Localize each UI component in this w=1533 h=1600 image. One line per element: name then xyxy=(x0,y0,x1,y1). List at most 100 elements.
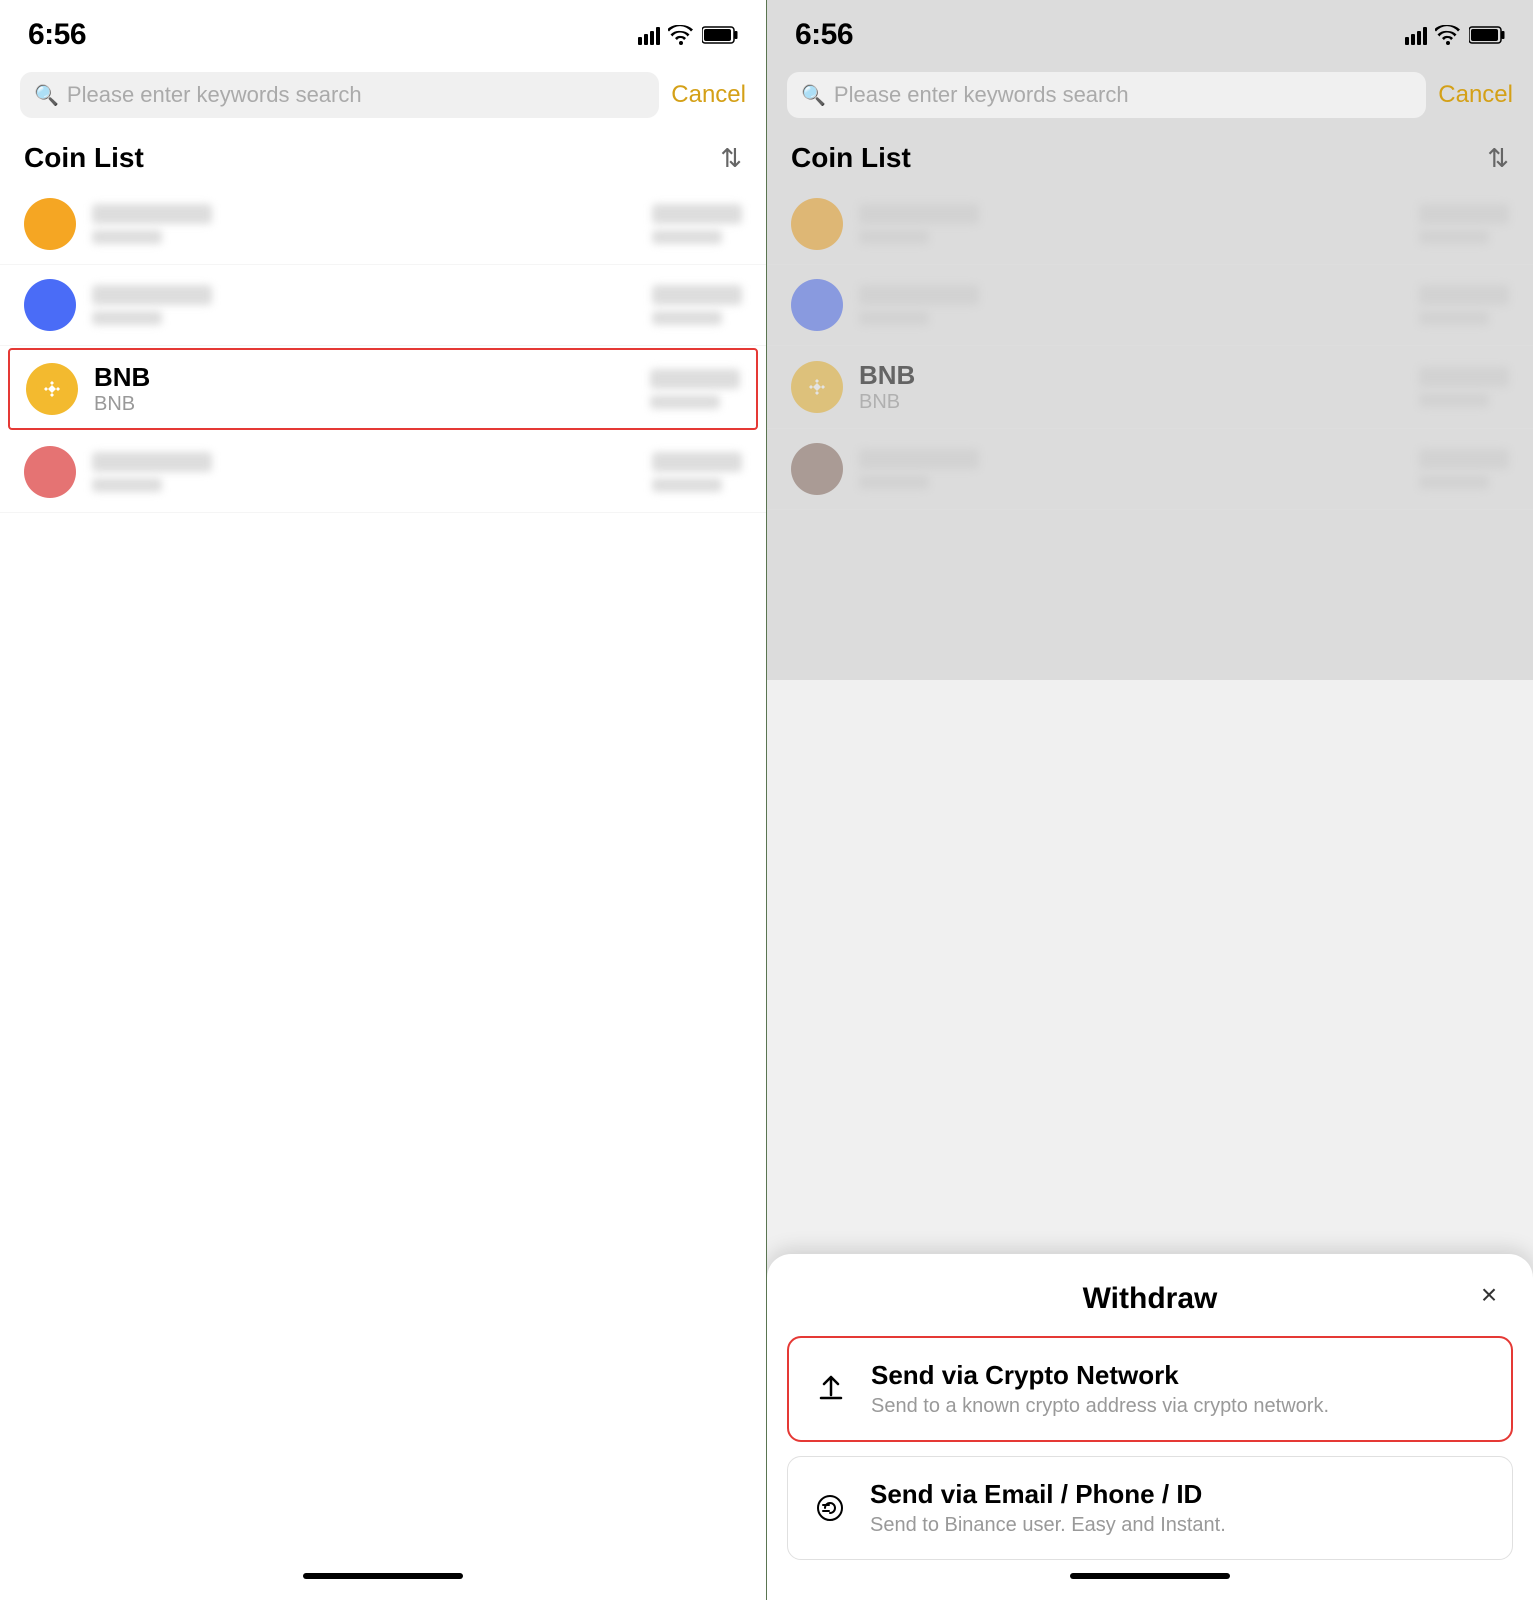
blurred-balance xyxy=(1419,285,1509,305)
coin-balance xyxy=(652,204,742,244)
blurred-balance xyxy=(1419,449,1509,469)
bnb-coin-balance xyxy=(650,369,740,409)
list-item[interactable] xyxy=(0,184,766,265)
search-icon: 🔍 xyxy=(801,83,826,108)
sort-icon[interactable]: ⇅ xyxy=(1487,143,1509,174)
crypto-option-subtitle: Send to a known crypto address via crypt… xyxy=(871,1395,1491,1418)
withdraw-options: Send via Crypto Network Send to a known … xyxy=(767,1336,1533,1560)
blurred-value xyxy=(652,230,722,244)
coin-balance xyxy=(1419,449,1509,489)
blurred-value xyxy=(1419,311,1489,325)
bnb-logo-icon xyxy=(801,371,833,403)
email-option-subtitle: Send to Binance user. Easy and Instant. xyxy=(870,1514,1492,1537)
right-coin-list-title: Coin List xyxy=(791,142,911,174)
bnb-coin-balance xyxy=(1419,367,1509,407)
home-bar xyxy=(303,1573,463,1579)
blurred-name xyxy=(859,204,979,224)
left-phone-panel: 6:56 🔍 Please enter keywords search Can xyxy=(0,0,766,1600)
blurred-balance xyxy=(652,285,742,305)
right-search-bar[interactable]: 🔍 Please enter keywords search Cancel xyxy=(767,62,1533,128)
bnb-logo-icon xyxy=(36,373,68,405)
coin-icon-blue xyxy=(24,279,76,331)
link-icon xyxy=(808,1486,852,1530)
right-bnb-list-item[interactable]: BNB BNB xyxy=(767,346,1533,429)
signal-icon xyxy=(1405,25,1427,45)
battery-icon xyxy=(1469,26,1505,44)
send-via-crypto-option[interactable]: Send via Crypto Network Send to a known … xyxy=(787,1336,1513,1442)
right-cancel-button[interactable]: Cancel xyxy=(1438,81,1513,109)
blurred-value xyxy=(652,478,722,492)
blurred-balance xyxy=(1419,204,1509,224)
coin-balance xyxy=(652,285,742,325)
left-search-input-wrapper[interactable]: 🔍 Please enter keywords search xyxy=(20,72,659,118)
list-item[interactable] xyxy=(767,429,1533,510)
bnb-coin-info: BNB BNB xyxy=(94,362,634,416)
left-status-bar: 6:56 xyxy=(0,0,766,62)
left-search-bar[interactable]: 🔍 Please enter keywords search Cancel xyxy=(0,62,766,128)
battery-icon xyxy=(702,26,738,44)
blurred-symbol xyxy=(92,311,162,325)
right-status-bar: 6:56 xyxy=(767,0,1533,62)
left-time: 6:56 xyxy=(28,18,86,52)
coin-icon-pink xyxy=(24,446,76,498)
coin-info xyxy=(859,449,1403,489)
blurred-symbol xyxy=(859,475,929,489)
blurred-balance xyxy=(652,204,742,224)
left-cancel-button[interactable]: Cancel xyxy=(671,81,746,109)
coin-icon-orange xyxy=(24,198,76,250)
list-item[interactable] xyxy=(767,184,1533,265)
bnb-coin-icon xyxy=(791,361,843,413)
blurred-balance xyxy=(650,369,740,389)
coin-icon-brown xyxy=(791,443,843,495)
blurred-name xyxy=(859,285,979,305)
left-coin-list-title: Coin List xyxy=(24,142,144,174)
bottom-sheet-header: Withdraw × xyxy=(767,1254,1533,1336)
blurred-value xyxy=(1419,475,1489,489)
coin-balance xyxy=(1419,204,1509,244)
coin-icon-orange xyxy=(791,198,843,250)
left-search-placeholder: Please enter keywords search xyxy=(67,82,362,108)
bnb-coin-symbol: BNB xyxy=(94,393,634,416)
blurred-name xyxy=(859,449,979,469)
blurred-value xyxy=(652,311,722,325)
blurred-balance xyxy=(1419,367,1509,387)
left-coin-list-header: Coin List ⇅ xyxy=(0,128,766,184)
bnb-list-item[interactable]: BNB BNB xyxy=(8,348,758,430)
list-item[interactable] xyxy=(767,265,1533,346)
right-status-icons xyxy=(1405,25,1505,45)
send-via-email-option[interactable]: Send via Email / Phone / ID Send to Bina… xyxy=(787,1456,1513,1560)
blurred-value xyxy=(1419,393,1489,407)
wifi-icon xyxy=(1435,25,1461,45)
close-button[interactable]: × xyxy=(1469,1275,1509,1315)
blurred-value xyxy=(1419,230,1489,244)
upload-icon xyxy=(809,1367,853,1411)
right-search-input-wrapper[interactable]: 🔍 Please enter keywords search xyxy=(787,72,1426,118)
blurred-symbol xyxy=(859,230,929,244)
blurred-symbol xyxy=(92,230,162,244)
blurred-name xyxy=(92,452,212,472)
list-item[interactable] xyxy=(0,265,766,346)
wifi-icon xyxy=(668,25,694,45)
coin-info xyxy=(859,204,1403,244)
search-icon: 🔍 xyxy=(34,83,59,108)
withdraw-bottom-sheet: Withdraw × Send via Crypto Network Send … xyxy=(767,1254,1533,1600)
coin-balance xyxy=(1419,285,1509,325)
list-item[interactable] xyxy=(0,432,766,513)
left-home-indicator xyxy=(0,1560,766,1600)
blurred-balance xyxy=(652,452,742,472)
coin-info xyxy=(92,285,636,325)
coin-info xyxy=(92,204,636,244)
left-status-icons xyxy=(638,25,738,45)
right-home-indicator xyxy=(767,1560,1533,1600)
bnb-coin-name: BNB xyxy=(859,360,1403,391)
sort-icon[interactable]: ⇅ xyxy=(720,143,742,174)
bnb-coin-name: BNB xyxy=(94,362,634,393)
bnb-coin-info: BNB BNB xyxy=(859,360,1403,414)
bnb-coin-icon xyxy=(26,363,78,415)
home-bar xyxy=(1070,1573,1230,1579)
blurred-symbol xyxy=(92,478,162,492)
crypto-option-title: Send via Crypto Network xyxy=(871,1360,1491,1391)
crypto-option-text: Send via Crypto Network Send to a known … xyxy=(871,1360,1491,1418)
blurred-symbol xyxy=(859,311,929,325)
email-option-text: Send via Email / Phone / ID Send to Bina… xyxy=(870,1479,1492,1537)
